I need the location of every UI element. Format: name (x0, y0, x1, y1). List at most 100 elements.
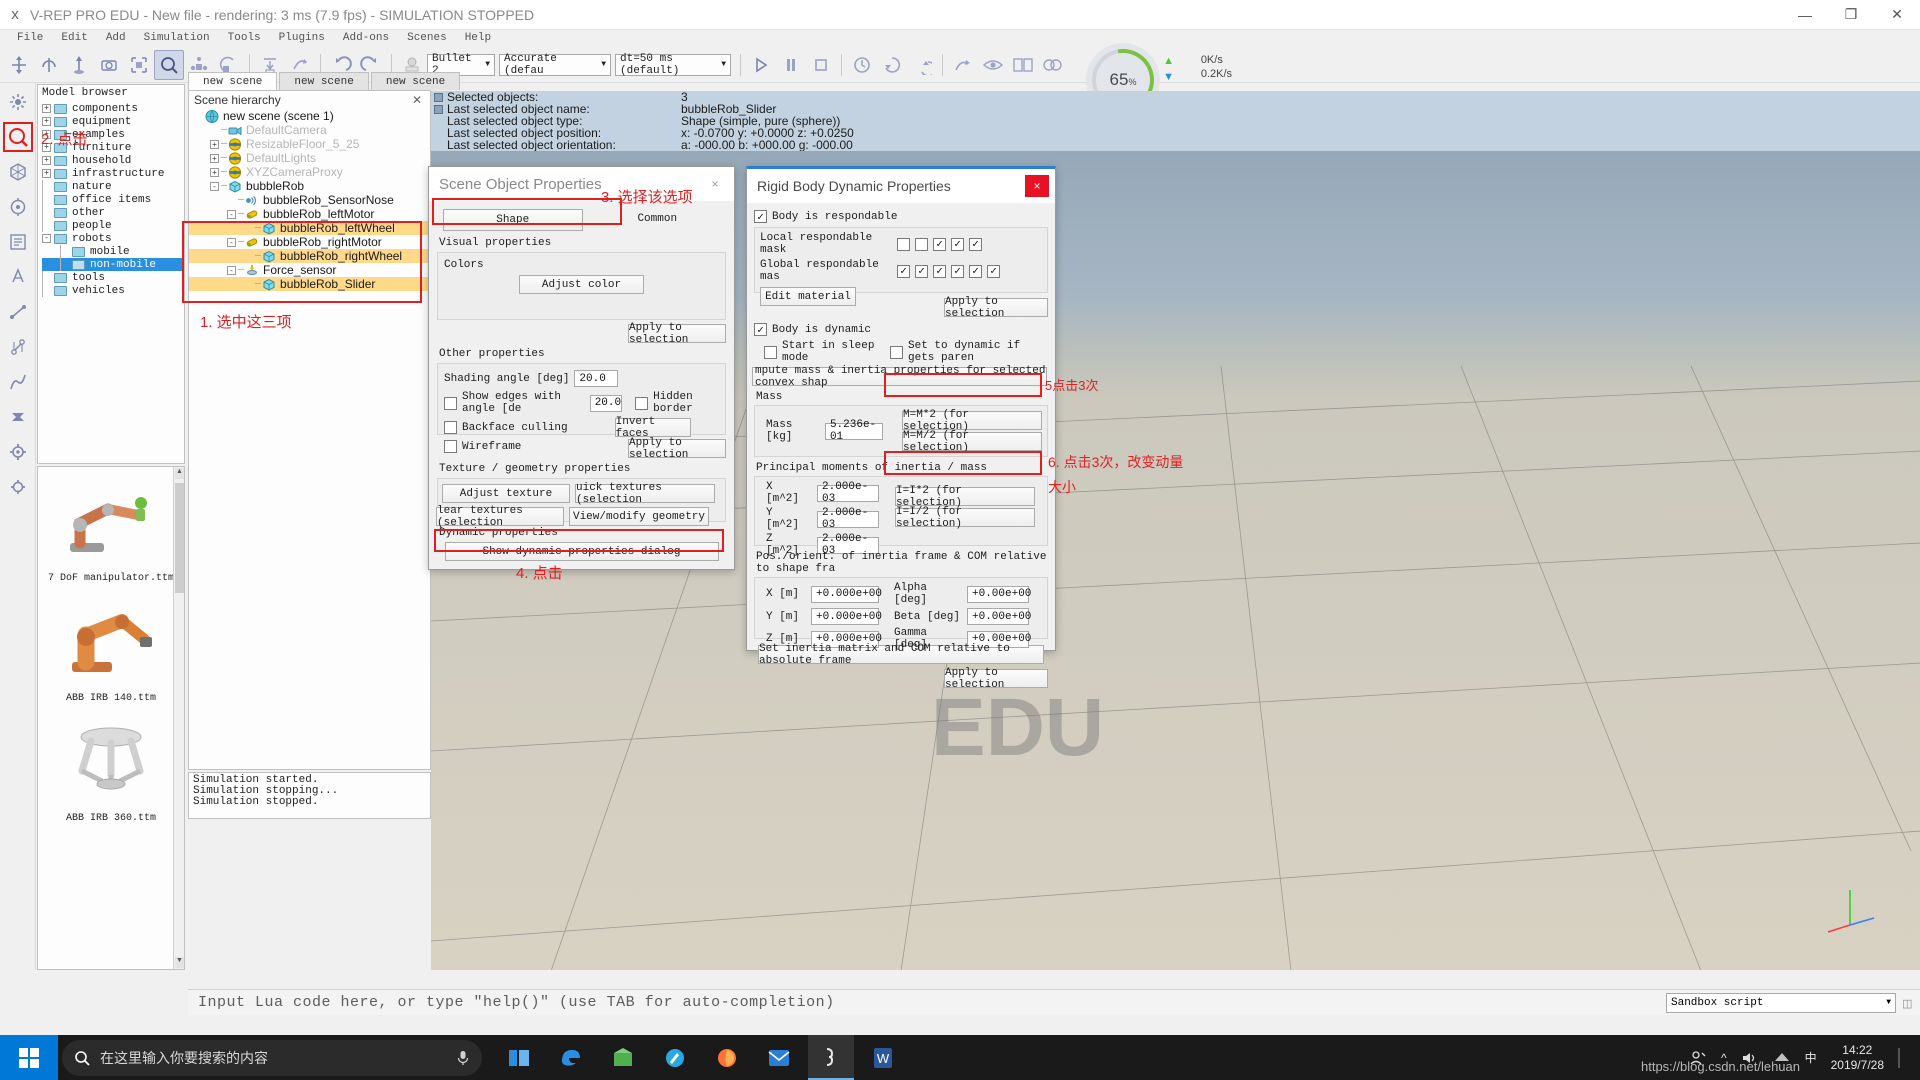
accuracy-select[interactable]: Accurate (defau▼ (499, 54, 611, 76)
menu-tools[interactable]: Tools (219, 30, 270, 47)
settings-gear-icon[interactable] (5, 439, 31, 465)
word-icon[interactable]: W (860, 1035, 906, 1080)
show-edges-checkbox[interactable] (444, 397, 457, 410)
expand-toggle-icon[interactable]: + (210, 168, 219, 177)
distance-measure-icon[interactable] (5, 299, 31, 325)
expand-toggle-icon[interactable]: - (227, 210, 236, 219)
scene-hierarchy-tree[interactable]: new scene (scene 1)—DefaultCamera+—Resiz… (189, 109, 430, 291)
dynamics-module-icon[interactable] (5, 404, 31, 430)
compute-mass-inertia-button[interactable]: mpute mass & inertia properties for sele… (752, 367, 1047, 386)
collision-detection-icon[interactable] (5, 264, 31, 290)
view-modify-geometry-button[interactable]: View/modify geometry (569, 507, 709, 526)
menu-file[interactable]: File (8, 30, 52, 47)
layers-icon[interactable] (1038, 50, 1068, 80)
shading-angle-input[interactable]: 20.0 (574, 370, 618, 387)
show-dynamic-properties-dialog-button[interactable]: Show dynamic properties dialog (445, 542, 719, 561)
set-dynamic-checkbox[interactable] (890, 346, 903, 359)
bounding-box-icon[interactable] (124, 50, 154, 80)
global-mask-checkbox-3[interactable]: ✓ (933, 265, 946, 278)
model-browser-item-non-mobile[interactable]: non-mobile (42, 258, 184, 271)
close-button[interactable]: ✕ (1874, 0, 1920, 30)
slow-down-icon[interactable] (877, 50, 907, 80)
firefox-icon[interactable] (704, 1035, 750, 1080)
menu-edit[interactable]: Edit (52, 30, 96, 47)
expand-toggle-icon[interactable]: + (210, 154, 219, 163)
model-thumbnail-3[interactable]: ABB IRB 360.ttm (38, 707, 184, 827)
start-button-icon[interactable] (0, 1035, 58, 1080)
rbd-apply-to-selection-button-1[interactable]: Apply to selection (944, 298, 1048, 317)
camera-icon[interactable] (94, 50, 124, 80)
hierarchy-row-bubblerob-rightmotor[interactable]: -—bubbleRob_rightMotor (189, 235, 430, 249)
pause-simulation-button[interactable] (776, 50, 806, 80)
mail-icon[interactable] (756, 1035, 802, 1080)
start-simulation-button[interactable] (746, 50, 776, 80)
simulation-settings-icon[interactable] (5, 194, 31, 220)
model-browser-item-equipment[interactable]: +equipment (42, 115, 184, 128)
hierarchy-row-defaultcamera[interactable]: —DefaultCamera (189, 123, 430, 137)
frame-beta-input[interactable]: +0.00e+00 (967, 608, 1029, 625)
show-desktop-icon[interactable] (1898, 1048, 1908, 1068)
local-mask-checkbox-3[interactable]: ✓ (933, 238, 946, 251)
model-browser-item-nature[interactable]: nature (42, 180, 184, 193)
hierarchy-row-new-scene-scene-1-[interactable]: new scene (scene 1) (189, 109, 430, 123)
model-browser-item-household[interactable]: +household (42, 154, 184, 167)
expand-toggle-icon[interactable]: - (227, 266, 236, 275)
thread-render-icon[interactable] (948, 50, 978, 80)
taskbar-search-box[interactable]: 在这里输入你要搜索的内容 (62, 1040, 482, 1076)
script-selector[interactable]: Sandbox script ▼ (1666, 993, 1896, 1013)
model-browser-item-mobile[interactable]: mobile (42, 245, 184, 258)
mass-times-2-button[interactable]: M=M*2 (for selection) (902, 411, 1042, 430)
hierarchy-row-bubblerob-leftmotor[interactable]: -—bubbleRob_leftMotor (189, 207, 430, 221)
start-sleep-mode-checkbox[interactable] (764, 346, 777, 359)
explorer-icon[interactable] (652, 1035, 698, 1080)
local-mask-checkbox-2[interactable] (915, 238, 928, 251)
scene-tab-3[interactable]: new scene (371, 72, 460, 90)
expand-toggle-icon[interactable]: + (42, 104, 51, 113)
inertia-y-input[interactable]: 2.000e-03 (817, 511, 879, 528)
hierarchy-row-force-sensor[interactable]: -—Force_sensor (189, 263, 430, 277)
realtime-icon[interactable] (847, 50, 877, 80)
rbd-apply-to-selection-button-2[interactable]: Apply to selection (944, 669, 1048, 688)
minimize-button[interactable]: — (1782, 0, 1828, 30)
mass-div-2-button[interactable]: M=M/2 (for selection) (902, 432, 1042, 451)
global-mask-checkbox-4[interactable]: ✓ (951, 265, 964, 278)
model-browser-item-office-items[interactable]: office items (42, 193, 184, 206)
hierarchy-row-bubblerob-rightwheel[interactable]: —bubbleRob_rightWheel (189, 249, 430, 263)
model-browser-item-tools[interactable]: tools (42, 271, 184, 284)
taskbar-clock[interactable]: 14:22 2019/7/28 (1831, 1043, 1884, 1073)
rigid-body-dynamic-properties-dialog[interactable]: Rigid Body Dynamic Properties × ✓ Body i… (746, 166, 1056, 651)
inertia-div-2-button[interactable]: I=I/2 (for selection) (895, 508, 1035, 527)
scroll-up-arrow-icon[interactable]: ▲ (175, 468, 184, 479)
hierarchy-row-xyzcameraproxy[interactable]: +—XYZCameraProxy (189, 165, 430, 179)
expand-toggle-icon[interactable]: + (42, 169, 51, 178)
quick-textures-button[interactable]: uick textures (selection (575, 484, 715, 503)
scene-hierarchy-toggle-icon[interactable] (5, 89, 31, 115)
model-browser-item-infrastructure[interactable]: +infrastructure (42, 167, 184, 180)
tab-common[interactable]: Common (589, 209, 727, 231)
global-mask-checkbox-2[interactable]: ✓ (915, 265, 928, 278)
model-browser-toggle-icon[interactable] (5, 124, 31, 150)
model-browser-item-robots[interactable]: -robots (42, 232, 184, 245)
lua-code-input[interactable]: Input Lua code here, or type "help()" (u… (188, 994, 1666, 1011)
menu-addons[interactable]: Add-ons (334, 30, 398, 47)
inertia-times-2-button[interactable]: I=I*2 (for selection) (895, 487, 1035, 506)
microphone-icon[interactable] (456, 1049, 470, 1067)
store-icon[interactable] (600, 1035, 646, 1080)
local-mask-checkbox-4[interactable]: ✓ (951, 238, 964, 251)
hierarchy-row-bubblerob[interactable]: -—bubbleRob (189, 179, 430, 193)
set-inertia-matrix-button[interactable]: Set inertia matrix and COM relative to a… (758, 645, 1044, 664)
scrollbar-thumb[interactable] (175, 483, 184, 593)
apply-to-selection-button-2[interactable]: Apply to selection (628, 439, 726, 458)
body-dynamic-checkbox[interactable]: ✓ (754, 323, 767, 336)
adjust-texture-button[interactable]: Adjust texture (442, 484, 570, 503)
expand-toggle-icon[interactable]: + (42, 156, 51, 165)
ime-indicator[interactable]: 中 (1805, 1049, 1817, 1066)
model-browser-item-other[interactable]: other (42, 206, 184, 219)
model-thumbnails-scrollbar[interactable]: ▲ ▼ (173, 467, 184, 969)
model-browser-item-vehicles[interactable]: vehicles (42, 284, 184, 297)
scroll-down-arrow-icon[interactable]: ▼ (175, 957, 184, 968)
hierarchy-row-defaultlights[interactable]: +—DefaultLights (189, 151, 430, 165)
model-thumbnail-2[interactable]: ABB IRB 140.ttm (38, 587, 184, 707)
user-settings-icon[interactable] (5, 474, 31, 500)
vrep-taskbar-icon[interactable] (808, 1035, 854, 1080)
